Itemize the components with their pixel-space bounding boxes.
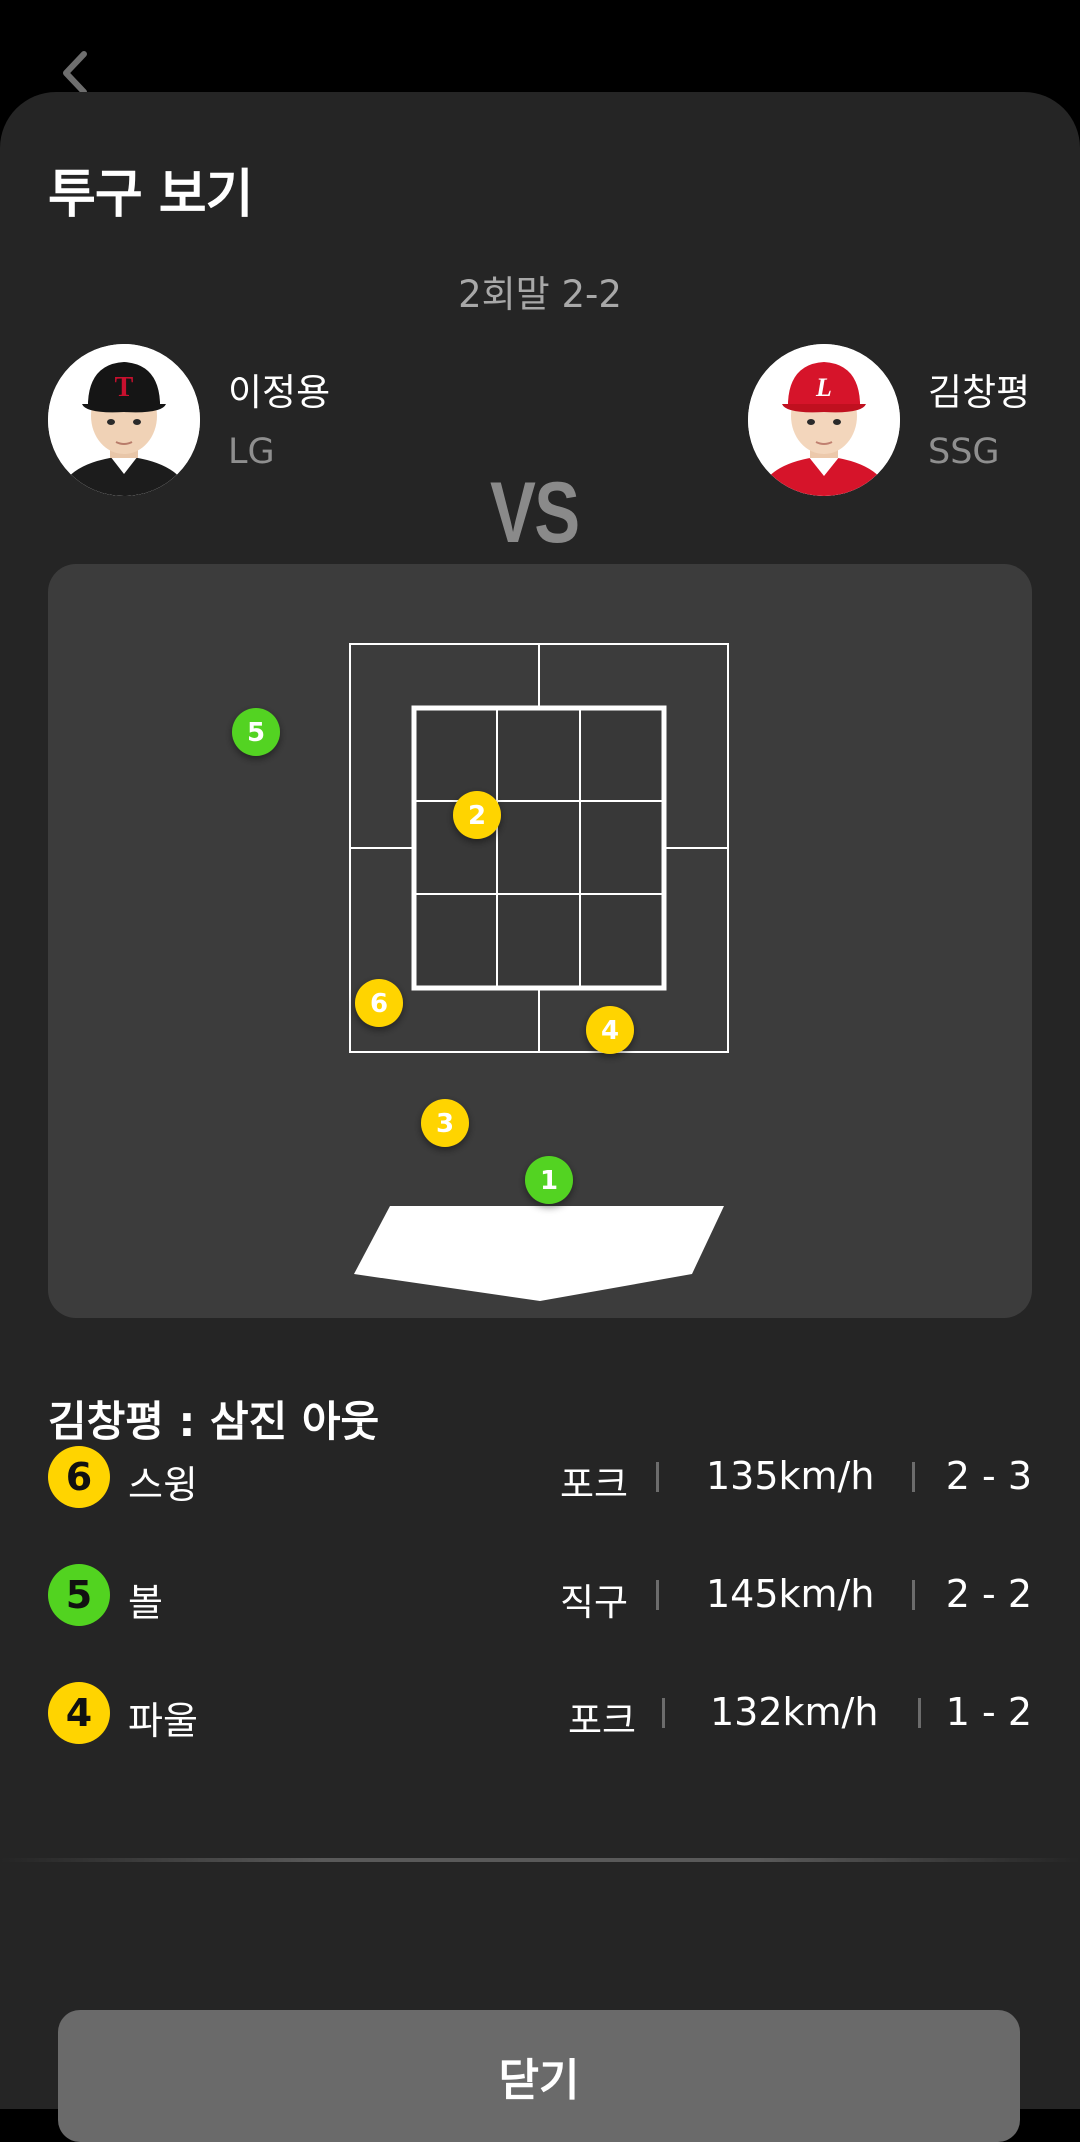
batter-team: SSG [928,432,1000,472]
pitch-speed: 135km/h [706,1454,875,1498]
separator [662,1698,665,1728]
divider [0,1858,1080,1862]
pitch-marker-number: 1 [540,1166,558,1196]
pitch-marker-number: 5 [247,718,265,748]
pitch-marker-5[interactable]: 5 [232,708,280,756]
separator [656,1462,659,1492]
close-button[interactable]: 닫기 [58,2010,1020,2142]
at-bat-result: 김창평 : 삼진 아웃 [48,1397,380,1446]
pitcher-name: 이정용 [228,371,331,414]
pitcher-team: LG [228,432,275,472]
pitch-type: 포크 [568,1699,637,1742]
pitch-type: 직구 [560,1581,629,1624]
strike-zone-diagram: 1 2 3 4 5 6 [232,643,729,1301]
pitch-number-badge: 6 [48,1446,110,1508]
pitch-count: 1 - 2 [945,1690,1032,1734]
separator [656,1580,659,1610]
svg-text:L: L [815,373,832,402]
page-title: 투구 보기 [48,165,253,225]
pitch-type: 포크 [560,1463,629,1506]
pitch-marker-1[interactable]: 1 [525,1156,573,1204]
back-chevron-icon[interactable] [58,50,92,96]
pitch-outcome: 파울 [128,1699,198,1743]
pitch-log-row: 6 스윙 포크 135km/h 2 - 3 [48,1446,1032,1508]
pitch-marker-6[interactable]: 6 [355,979,403,1027]
pitch-log-row: 4 파울 포크 132km/h 1 - 2 [48,1682,1032,1744]
pitch-number-badge: 5 [48,1564,110,1626]
pitch-marker-number: 4 [601,1016,619,1046]
pitch-speed: 145km/h [706,1572,875,1616]
pitch-marker-2[interactable]: 2 [453,791,501,839]
separator [912,1580,915,1610]
pitch-outcome: 볼 [128,1581,163,1625]
pitch-marker-4[interactable]: 4 [586,1006,634,1054]
strike-zone-panel: 1 2 3 4 5 6 [48,564,1032,1318]
pitch-outcome: 스윙 [128,1463,198,1507]
home-plate [354,1206,724,1301]
pitch-count: 2 - 2 [945,1572,1032,1616]
pitch-count: 2 - 3 [945,1454,1032,1498]
batter-name: 김창평 [928,371,1031,414]
pitch-view-sheet: 투구 보기 2회말 2-2 T 이정용 LG VS L 김창평 SSG 1 2 … [0,92,1080,2142]
svg-text:T: T [115,372,134,403]
vs-label: VS [490,465,580,561]
batter-avatar: L [748,344,900,496]
separator [918,1698,921,1728]
pitch-marker-number: 2 [468,801,486,831]
pitch-log-row: 5 볼 직구 145km/h 2 - 2 [48,1564,1032,1626]
inner-strike-zone [411,705,667,991]
separator [912,1462,915,1492]
pitch-marker-3[interactable]: 3 [421,1099,469,1147]
pitch-marker-number: 3 [436,1109,454,1139]
pitch-speed: 132km/h [710,1690,879,1734]
pitcher-avatar: T [48,344,200,496]
pitch-number-badge: 4 [48,1682,110,1744]
pitch-marker-number: 6 [370,989,388,1019]
inning-score: 2회말 2-2 [458,273,622,316]
